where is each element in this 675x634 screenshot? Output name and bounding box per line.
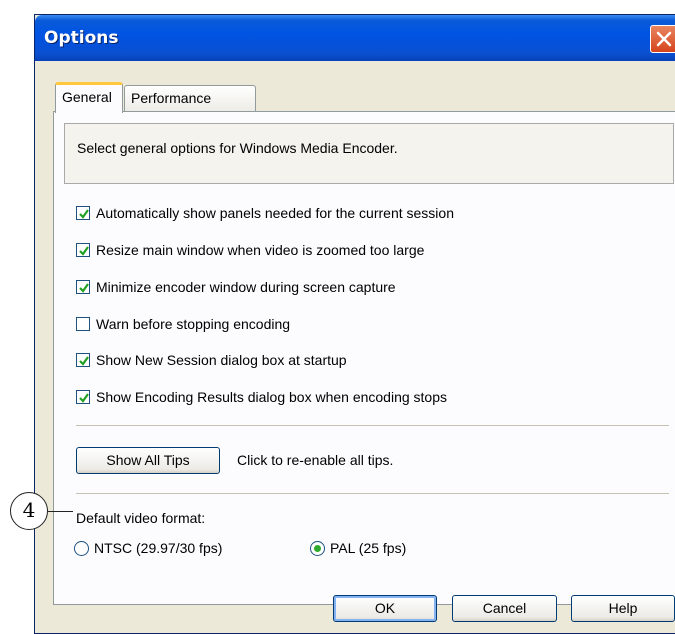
- tab-general[interactable]: General: [55, 82, 123, 113]
- separator: [76, 493, 669, 494]
- tab-performance[interactable]: Performance: [124, 85, 256, 112]
- window-title: Options: [44, 28, 119, 48]
- tab-general-label: General: [62, 89, 112, 105]
- option-label: Show New Session dialog box at startup: [96, 352, 347, 368]
- radio-pal-label: PAL (25 fps): [330, 540, 407, 556]
- option-checkbox[interactable]: [76, 280, 90, 294]
- option-warn-before-stopping[interactable]: Warn before stopping encoding: [76, 314, 290, 334]
- option-label: Warn before stopping encoding: [96, 316, 291, 332]
- title-bar[interactable]: Options: [35, 15, 675, 61]
- close-button[interactable]: [650, 25, 675, 53]
- close-icon: [656, 31, 672, 47]
- radio-pal[interactable]: PAL (25 fps): [310, 538, 406, 558]
- option-show-encoding-results[interactable]: Show Encoding Results dialog box when en…: [76, 387, 447, 407]
- option-label: Show Encoding Results dialog box when en…: [96, 389, 448, 405]
- checkmark-icon: [79, 283, 89, 293]
- checkmark-icon: [79, 393, 89, 403]
- radio-ntsc-label: NTSC (29.97/30 fps): [94, 540, 223, 556]
- video-format-label: Default video format:: [76, 510, 206, 526]
- option-checkbox[interactable]: [76, 206, 90, 220]
- show-all-tips-button[interactable]: Show All Tips: [76, 447, 220, 474]
- separator: [76, 425, 669, 426]
- checkmark-icon: [79, 356, 89, 366]
- callout-leader-line: [48, 511, 73, 512]
- radio-button[interactable]: [74, 540, 89, 556]
- description-box: Select general options for Windows Media…: [64, 123, 674, 184]
- option-checkbox[interactable]: [76, 353, 90, 367]
- radio-button[interactable]: [310, 540, 325, 556]
- option-label: Automatically show panels needed for the…: [96, 205, 454, 221]
- checkmark-icon: [79, 209, 89, 219]
- ok-button[interactable]: OK: [333, 595, 437, 622]
- option-label: Resize main window when video is zoomed …: [96, 242, 425, 258]
- option-label: Minimize encoder window during screen ca…: [96, 279, 396, 295]
- tab-performance-label: Performance: [131, 90, 212, 106]
- help-button[interactable]: Help: [571, 595, 675, 622]
- radio-selected-dot: [314, 544, 321, 552]
- general-tab-panel: Select general options for Windows Media…: [53, 111, 675, 605]
- checkmark-icon: [79, 246, 89, 256]
- option-checkbox[interactable]: [76, 243, 90, 257]
- option-auto-show-panels[interactable]: Automatically show panels needed for the…: [76, 203, 454, 223]
- cancel-button[interactable]: Cancel: [452, 595, 557, 622]
- tips-hint: Click to re-enable all tips.: [237, 452, 394, 468]
- description-text: Select general options for Windows Media…: [77, 140, 398, 156]
- option-resize-main-window[interactable]: Resize main window when video is zoomed …: [76, 240, 424, 260]
- option-show-new-session[interactable]: Show New Session dialog box at startup: [76, 350, 347, 370]
- callout-marker: 4: [10, 492, 48, 530]
- option-checkbox[interactable]: [76, 317, 90, 331]
- radio-ntsc[interactable]: NTSC (29.97/30 fps): [74, 538, 222, 558]
- option-minimize-encoder[interactable]: Minimize encoder window during screen ca…: [76, 277, 396, 297]
- option-checkbox[interactable]: [76, 390, 90, 404]
